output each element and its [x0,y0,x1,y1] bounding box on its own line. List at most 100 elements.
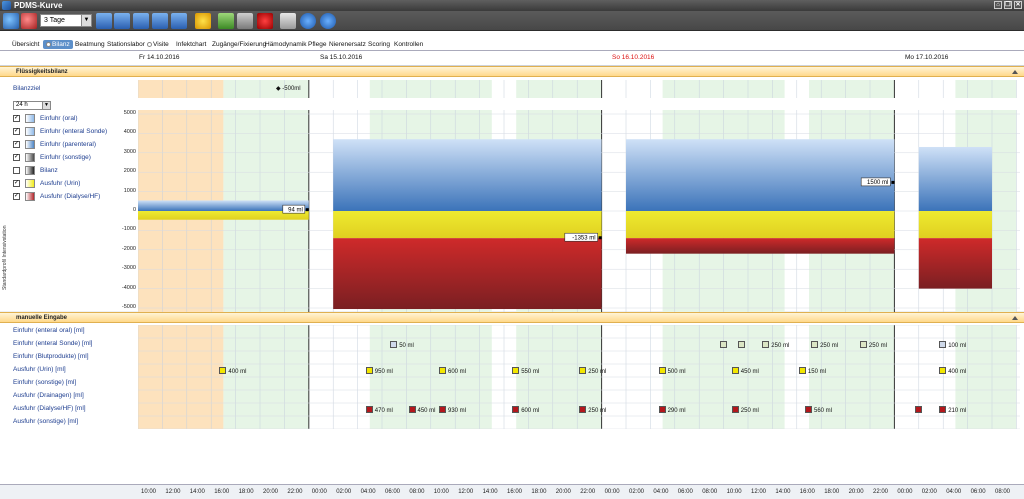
manual-entry[interactable]: 250 ml [762,341,789,349]
manual-entry[interactable]: 450 ml [408,406,436,414]
legend-swatch [25,166,35,175]
interval-select[interactable]: 24 h ▼ [13,101,51,110]
alarm-icon[interactable] [257,13,273,29]
entry-marker [365,406,373,413]
tab-bilanz[interactable]: Bilanz [43,40,73,49]
bilanz-callout: -1353 ml [572,235,595,241]
tab-zugaenge[interactable]: Zugänge/Fixierung [212,41,266,48]
zoom-out-icon[interactable] [21,13,37,29]
tab-kontrollen[interactable]: Kontrollen [394,41,423,48]
home-icon[interactable]: ⌂ [994,1,1002,9]
fast-forward-icon[interactable] [152,13,168,29]
bilanz-marker [305,208,309,212]
manual-entry[interactable]: 400 ml [939,367,966,375]
restore-icon[interactable]: ❐ [1004,1,1012,9]
manual-entry[interactable]: 560 ml [805,406,832,414]
time-tick-label: 16:00 [507,489,523,495]
collapse-icon[interactable] [1012,316,1018,320]
time-tick-label: 16:00 [214,489,230,495]
legend-swatch [25,127,35,136]
section-header-manuelle-eingabe[interactable]: manuelle Eingabe [0,312,1024,323]
play-icon[interactable] [218,13,234,29]
manual-entry[interactable]: 150 ml [798,367,826,375]
legend-checkbox[interactable]: ✓ [13,154,20,161]
tools-icon[interactable] [237,13,253,29]
manual-entry[interactable]: 290 ml [658,406,686,414]
period-select[interactable]: 3 Tage ▼ [40,14,92,27]
chevron-down-icon[interactable]: ▼ [42,102,50,109]
manual-entry[interactable]: 550 ml [512,367,539,375]
time-tick-label: 10:00 [141,489,157,495]
bar-ausfuhr-dialyse [626,238,895,254]
time-tick-label: 04:00 [360,489,376,495]
time-tick-label: 02:00 [629,489,645,495]
time-tick-label: 14:00 [482,489,498,495]
legend-label: Bilanz [40,167,58,174]
bar-einfuhr [626,139,895,211]
back-icon[interactable] [114,13,130,29]
tab-uebersicht[interactable]: Übersicht [12,41,39,48]
entry-marker [512,406,520,413]
date-label: Fr 14.10.2016 [139,54,180,61]
manual-entry[interactable]: 950 ml [365,367,393,375]
manual-entry[interactable]: 500 ml [658,367,686,375]
tab-haemodynamik[interactable]: Hämodynamik [265,41,307,48]
legend-label: Einfuhr (sonstige) [40,154,91,161]
tab-scoring[interactable]: Scoring [368,41,390,48]
time-tick-label: 06:00 [677,489,693,495]
zoom-in-icon[interactable] [3,13,19,29]
entry-value: 100 ml [948,343,967,349]
time-tick-label: 02:00 [336,489,352,495]
manual-entry[interactable]: 450 ml [731,367,759,375]
legend-checkbox[interactable]: ✓ [13,115,20,122]
tab-infektchart[interactable]: Infektchart [176,41,206,48]
help-icon[interactable] [300,13,316,29]
entry-marker [439,367,446,374]
tab-bilanz-icon [46,42,51,47]
manual-entry[interactable] [914,406,924,414]
manual-entry[interactable]: 100 ml [939,341,966,349]
manual-entry[interactable]: 930 ml [439,406,466,414]
legend-checkbox[interactable]: ✓ [13,141,20,148]
manual-entry[interactable]: 400 ml [219,367,246,375]
legend-checkbox[interactable] [13,167,20,174]
tab-beatmung[interactable]: Beatmung [75,41,105,48]
tab-nierenersatz[interactable]: Nierenersatz [329,41,366,48]
manual-entry[interactable]: 210 ml [939,406,966,414]
last-icon[interactable] [171,13,187,29]
first-icon[interactable] [96,13,112,29]
time-tick-label: 20:00 [848,489,864,495]
section-title: Flüssigkeitsbilanz [16,69,68,75]
time-tick-label: 12:00 [458,489,474,495]
manual-entry[interactable]: 470 ml [365,406,393,414]
chevron-down-icon[interactable]: ▼ [81,15,91,26]
manual-entry[interactable]: 600 ml [512,406,539,414]
legend-checkbox[interactable]: ✓ [13,180,20,187]
legend-label: Ausfuhr (Urin) [40,180,81,187]
info-icon[interactable] [320,13,336,29]
manual-entry[interactable]: 600 ml [439,367,466,375]
manual-entry[interactable] [719,341,729,349]
collapse-icon[interactable] [1012,70,1018,74]
tab-stationslabor[interactable]: Stationslabor [107,41,145,48]
forward-icon[interactable] [133,13,149,29]
legend-checkbox[interactable]: ✓ [13,128,20,135]
legend-label: Einfuhr (enteral Sonde) [40,128,108,135]
manual-entry[interactable]: 250 ml [811,341,838,349]
tab-visite[interactable]: Visite [147,41,169,48]
close-icon[interactable]: ✕ [1014,1,1022,9]
manual-entry[interactable]: 250 ml [859,341,887,349]
time-tick-label: 04:00 [946,489,962,495]
manual-entry[interactable]: 50 ml [390,341,414,349]
star-icon[interactable] [195,13,211,29]
section-header-fluessigkeitsbilanz[interactable]: Flüssigkeitsbilanz [0,66,1024,77]
manual-entry[interactable]: 250 ml [579,406,606,414]
time-tick-label: 00:00 [897,489,913,495]
manual-entry[interactable]: 250 ml [731,406,759,414]
tab-pflege[interactable]: Pflege [308,41,326,48]
manual-entry[interactable]: 250 ml [579,367,606,375]
day-shade [955,80,1017,98]
print-icon[interactable] [280,13,296,29]
manual-entry[interactable] [737,341,747,349]
legend-checkbox[interactable]: ✓ [13,193,20,200]
